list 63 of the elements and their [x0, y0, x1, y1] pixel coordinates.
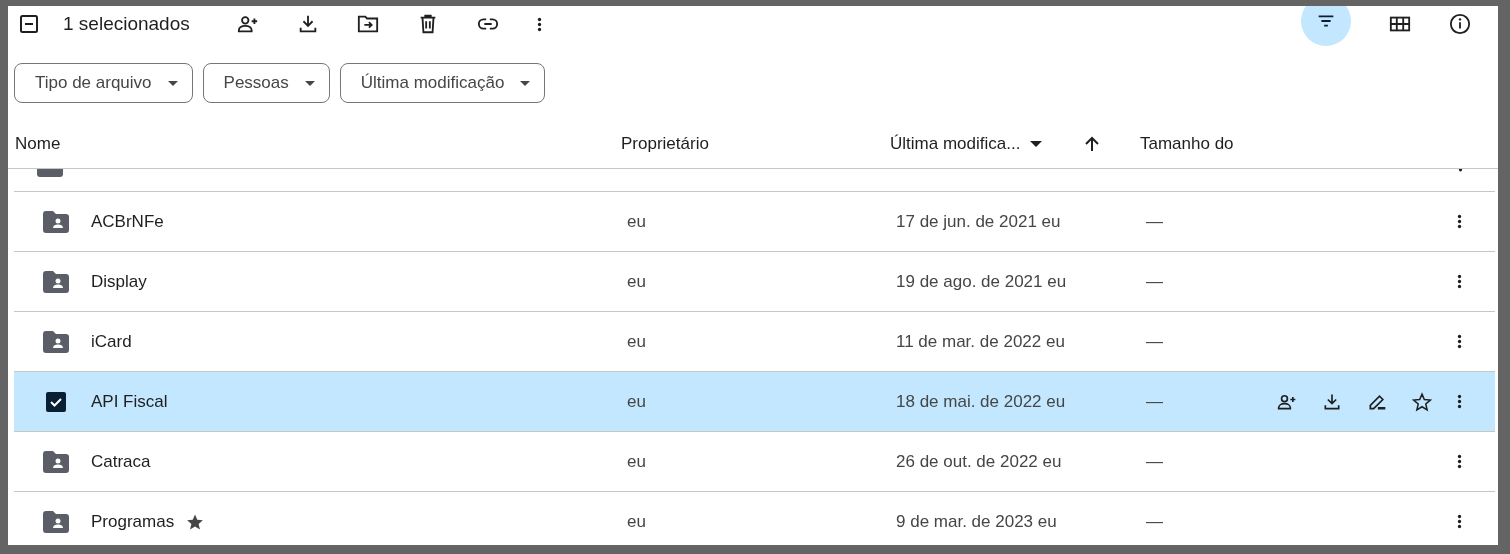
file-name: iCard — [91, 331, 132, 352]
owner-cell-text: eu — [627, 391, 647, 412]
modified-cell-text: 9 de mar. de 2023 eu — [896, 511, 1058, 532]
column-header[interactable]: Tamanho do — [1140, 134, 1498, 154]
size-cell-text: — — [1146, 211, 1164, 232]
column-header[interactable]: Nome — [15, 134, 621, 154]
file-row[interactable]: Display eu 19 de ago. de 2021 eu — — [14, 252, 1495, 312]
more-icon[interactable] — [1457, 453, 1462, 470]
owner-cell-text: eu — [627, 451, 647, 472]
share-icon[interactable] — [236, 13, 259, 35]
shared-folder-icon — [43, 270, 69, 293]
more-icon[interactable] — [1457, 273, 1462, 290]
caret-icon[interactable] — [304, 80, 315, 86]
caret-icon[interactable] — [167, 80, 178, 86]
filter-button[interactable] — [1301, 6, 1351, 46]
more-icon[interactable] — [536, 15, 542, 33]
modified-cell-text: 19 de ago. de 2021 eu — [896, 271, 1068, 292]
modified-cell-text: 18 de mai. de 2022 eu — [896, 391, 1067, 412]
more-icon[interactable] — [1457, 333, 1462, 350]
more-icon[interactable] — [1458, 169, 1463, 173]
size-cell-text: — — [1146, 331, 1164, 352]
star-outline-icon[interactable] — [1412, 391, 1432, 412]
owner-cell-text: eu — [627, 511, 647, 532]
file-name: Catraca — [91, 451, 151, 472]
sort-arrow-icon[interactable] — [1084, 136, 1101, 152]
deselect-checkbox-icon[interactable] — [20, 15, 38, 33]
filter-dropdown[interactable]: Última modificação — [339, 63, 546, 103]
file-name: ACBrNFe — [91, 211, 164, 232]
more-icon[interactable] — [1457, 213, 1462, 230]
caret-icon[interactable] — [1030, 141, 1043, 147]
info-icon[interactable] — [1449, 13, 1471, 35]
filter-dropdown[interactable]: Pessoas — [202, 63, 330, 103]
folder-icon — [37, 169, 63, 177]
file-name: Display — [91, 271, 147, 292]
size-cell-text: — — [1146, 451, 1164, 472]
more-icon[interactable] — [1457, 393, 1462, 410]
size-cell-text: — — [1146, 391, 1164, 412]
file-name: Programas — [91, 511, 175, 532]
selection-count: 1 selecionados — [63, 13, 190, 35]
modified-cell-text: 17 de jun. de 2021 eu — [896, 211, 1062, 232]
owner-cell-text: eu — [627, 211, 647, 232]
owner-cell-text: eu — [627, 271, 647, 292]
column-header[interactable]: Proprietário — [621, 134, 890, 154]
modified-cell-text: 26 de out. de 2022 eu — [896, 451, 1063, 472]
shared-folder-icon — [43, 450, 69, 473]
file-name: API Fiscal — [91, 391, 168, 412]
filter-dropdown[interactable]: Tipo de arquivo — [14, 63, 193, 103]
owner-cell-text: eu — [627, 331, 647, 352]
file-row[interactable]: ACBrNFe eu 17 de jun. de 2021 eu — — [14, 192, 1495, 252]
file-row[interactable]: Catraca eu 26 de out. de 2022 eu — — [14, 432, 1495, 492]
size-cell-text: — — [1146, 271, 1164, 292]
shared-folder-icon — [43, 330, 69, 353]
checkbox-icon[interactable] — [46, 391, 66, 412]
more-icon[interactable] — [1457, 513, 1462, 530]
caret-icon[interactable] — [520, 80, 531, 86]
shared-folder-icon — [43, 210, 69, 233]
column-header[interactable]: Última modifica... — [890, 134, 1021, 154]
file-row[interactable]: Programas eu 9 de mar. de 2023 eu — — [14, 492, 1495, 545]
move-to-folder-icon[interactable] — [356, 13, 379, 35]
modified-cell-text: 11 de mar. de 2022 eu — [896, 331, 1066, 352]
size-cell-text: — — [1146, 511, 1164, 532]
file-row[interactable]: API Fiscal eu 18 de mai. de 2022 eu — — [14, 372, 1495, 432]
shared-folder-icon — [43, 510, 69, 533]
